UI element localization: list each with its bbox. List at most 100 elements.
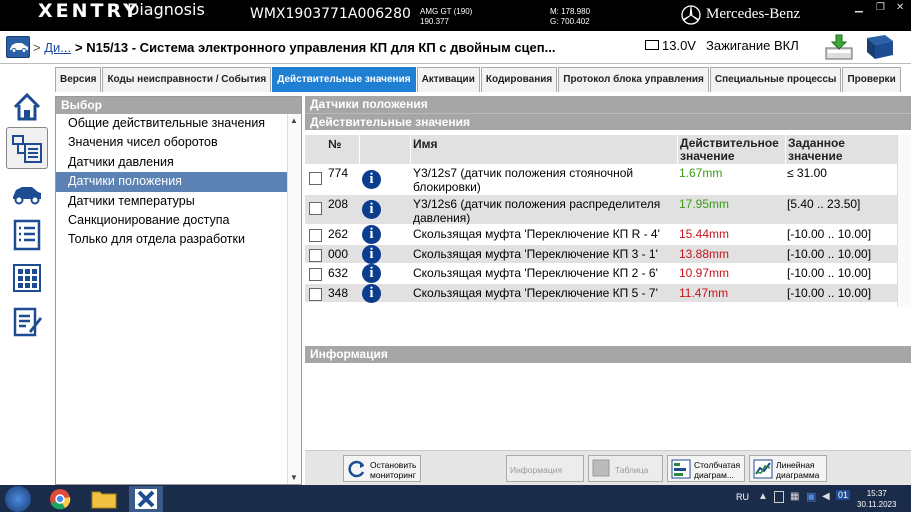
grid-modules-icon[interactable] [10,261,44,295]
refresh-icon [348,460,365,478]
folder-icon[interactable] [84,486,124,512]
row-name: Скользящая муфта 'Переключение КП R - 4' [413,227,660,241]
notes-icon[interactable] [10,305,44,339]
row-checkbox[interactable] [309,229,322,242]
row-name: Скользящая муфта 'Переключение КП 2 - 6' [413,266,658,280]
start-button[interactable] [5,486,31,512]
list-item[interactable]: Общие действительные значения [56,114,287,133]
row-checkbox[interactable] [309,268,322,281]
xentry-taskbar-icon[interactable] [126,486,166,512]
stop-monitoring-button[interactable]: Остановить мониторинг [343,455,421,482]
list-item[interactable]: Санкционирование доступа [56,211,287,230]
list-item[interactable]: Только для отдела разработки [56,230,287,249]
tab-checks[interactable]: Проверки [842,67,901,92]
breadcrumb-link[interactable]: Ди... [44,40,71,55]
download-icon[interactable] [823,33,855,61]
vehicle-icon[interactable] [10,177,44,211]
tray-app-icon[interactable]: ▣ [806,490,816,503]
tray-expand-icon[interactable]: ▲ [758,491,768,502]
app-name: Diagnosis [127,0,205,19]
row-target: [-10.00 .. 10.00] [787,285,872,300]
row-no: 208 [328,197,349,211]
info-icon[interactable]: i [362,200,381,219]
vehicle-home-button[interactable] [6,36,30,58]
home-icon[interactable] [10,90,44,124]
tab-coding[interactable]: Кодирования [480,67,558,92]
left-scrollbar[interactable]: ▲ ▼ [287,114,301,484]
chrome-icon[interactable] [40,486,80,512]
info-icon[interactable]: i [362,283,381,303]
manual-book-icon[interactable] [863,33,897,61]
header-name[interactable]: Имя [411,135,677,164]
table-row[interactable]: 262 i Скользящая муфта 'Переключение КП … [305,225,911,245]
row-checkbox[interactable] [309,287,322,301]
table-label: Таблица [615,465,649,475]
minimize-icon[interactable]: ▁ [855,2,863,13]
tab-fault-codes[interactable]: Коды неисправности / События [102,67,272,92]
header-no[interactable]: № [325,135,359,164]
tab-ecu-log[interactable]: Протокол блока управления [558,67,709,92]
tab-special-procedures[interactable]: Специальные процессы [709,67,842,92]
tray-device-icon[interactable] [774,491,784,503]
list-item[interactable]: Датчики температуры [56,192,287,211]
row-checkbox[interactable] [309,248,322,262]
info-icon[interactable]: i [362,264,381,283]
brand-name: Mercedes-Benz [706,6,801,22]
table-row[interactable]: 000 i Скользящая муфта 'Переключение КП … [305,244,911,264]
vin-number: WMX1903771A006280 [250,6,411,22]
tray-badge-icon[interactable]: 01 [836,490,851,500]
stop-monitoring-label: Остановить мониторинг [370,460,417,480]
scroll-down-icon[interactable]: ▼ [290,473,298,482]
table-row[interactable]: 632 i Скользящая муфта 'Переключение КП … [305,264,911,284]
info-icon[interactable]: i [362,244,381,264]
list-item[interactable]: Значения чисел оборотов [56,133,287,152]
values-panel: Датчики положения Действительные значени… [305,96,911,485]
row-name: Y3/12s7 (датчик положения стояночной бло… [413,166,634,194]
tab-actual-values[interactable]: Действительные значения [272,67,416,92]
page-title: > N15/13 - Система электронного управлен… [75,40,556,55]
clock[interactable]: 15:37 30.11.2023 [857,488,896,510]
bottom-toolbar: Остановить мониторинг Информация Таблица… [305,450,911,485]
breadcrumb-sep: > [33,40,41,55]
car-icon [10,43,28,53]
row-no: 348 [328,285,349,300]
list-item-selected[interactable]: Датчики положения [56,172,287,192]
battery-icon [645,40,659,50]
header-target[interactable]: Заданное значение [785,135,893,164]
table-scrollbar[interactable] [897,135,911,307]
line-chart-icon [753,459,773,479]
info-icon[interactable]: i [362,170,381,189]
tab-version[interactable]: Версия [55,67,102,92]
table-row[interactable]: 348 i Скользящая муфта 'Переключение КП … [305,283,911,303]
row-actual: 17.95mm [679,197,730,211]
header-actual[interactable]: Действительное значение [677,135,785,164]
list-icon[interactable] [10,218,44,252]
model-name: AMG GT (190) [420,7,473,16]
language-indicator[interactable]: RU [736,492,749,502]
line-chart-button[interactable]: Линейная диаграмма [749,455,827,482]
control-unit-icon[interactable] [6,127,48,169]
ignition-status: Зажигание ВКЛ [706,38,799,53]
info-icon[interactable]: i [362,225,381,244]
selection-panel: Выбор Общие действительные значения Знач… [55,96,302,485]
row-target: [5.40 .. 23.50] [787,197,861,211]
clock-date: 30.11.2023 [857,500,897,509]
information-button[interactable]: Информация [506,455,584,482]
row-checkbox[interactable] [309,202,322,215]
bar-chart-button[interactable]: Столбчатая диаграм... [667,455,745,482]
row-checkbox[interactable] [309,172,322,185]
tab-activations[interactable]: Активации [416,67,480,92]
table-row[interactable]: 208 i Y3/12s6 (датчик положения распреде… [305,195,911,225]
ecu-diagram-icon [12,135,42,163]
volume-icon[interactable]: ◀ [822,491,830,502]
restore-icon[interactable]: ❐ [876,2,885,13]
row-no: 774 [328,166,349,180]
row-no: 000 [328,246,349,261]
scroll-up-icon[interactable]: ▲ [290,116,298,125]
list-item[interactable]: Датчики давления [56,153,287,172]
network-icon[interactable]: ▦ [790,491,799,502]
table-row[interactable]: 774 i Y3/12s7 (датчик положения стояночн… [305,164,911,195]
close-icon[interactable]: ✕ [896,2,904,13]
line-chart-label: Линейная диаграмма [776,460,820,480]
table-button[interactable]: Таблица [588,455,663,482]
